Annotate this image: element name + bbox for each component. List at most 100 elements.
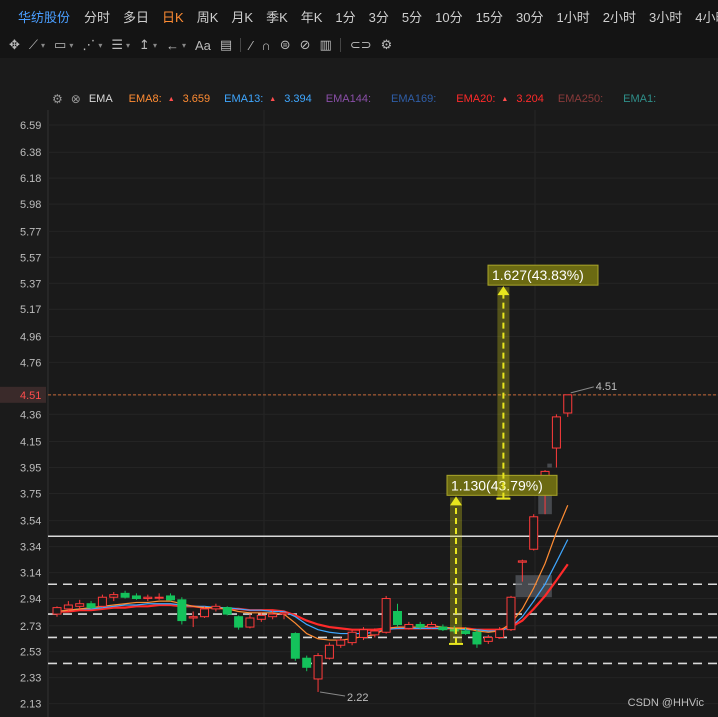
candle-up bbox=[495, 629, 505, 638]
wave-icon[interactable]: ⋰ ▾ bbox=[82, 35, 102, 55]
legend-item[interactable]: EMA1: bbox=[623, 93, 662, 105]
tab-6[interactable]: 年K bbox=[301, 7, 323, 26]
measure-label: 1.627(43.83%) bbox=[492, 267, 584, 283]
candle-down bbox=[393, 611, 402, 625]
candle-down bbox=[438, 626, 448, 631]
y-tick-label: 3.34 bbox=[20, 542, 41, 554]
pen-icon[interactable]: ∕ bbox=[250, 35, 252, 55]
candle-down bbox=[415, 623, 425, 628]
candle-down bbox=[302, 657, 312, 668]
stock-name[interactable]: 华纺股份 bbox=[18, 7, 70, 26]
y-tick-label: 3.54 bbox=[20, 516, 41, 528]
candle-up bbox=[324, 644, 334, 659]
y-tick-label: 5.98 bbox=[20, 199, 41, 211]
chevron-down-icon: ▾ bbox=[98, 40, 103, 50]
rectangle-icon-glyph: ▭ bbox=[54, 37, 67, 52]
candle-up bbox=[154, 596, 164, 599]
legend-item[interactable]: EMA169: bbox=[391, 93, 442, 105]
magnet-icon[interactable]: ∩ bbox=[261, 35, 270, 55]
tab-8[interactable]: 3分 bbox=[369, 7, 389, 26]
tab-16[interactable]: 4小时 bbox=[695, 7, 718, 26]
arrow-icon[interactable]: ← ▾ bbox=[166, 35, 186, 55]
move-cross-icon[interactable]: ✥ bbox=[9, 35, 20, 55]
toggle-icon[interactable]: ⊂⊃ bbox=[350, 35, 372, 55]
text-icon[interactable]: Aa bbox=[195, 35, 211, 55]
candle-up bbox=[63, 604, 73, 610]
trash-icon-glyph: ▥ bbox=[319, 37, 332, 52]
fibonacci-icon-glyph: ☰ bbox=[111, 37, 124, 52]
watermark: CSDN @HHVic bbox=[627, 697, 704, 709]
tab-1[interactable]: 多日 bbox=[123, 7, 149, 26]
tab-2[interactable]: 日K bbox=[162, 7, 184, 26]
settings-icon[interactable]: ⚙ bbox=[381, 35, 393, 55]
candle-down bbox=[222, 607, 232, 615]
legend-name: EMA144: bbox=[325, 93, 372, 105]
settings-icon[interactable]: ⚙ bbox=[52, 92, 63, 106]
tab-0[interactable]: 分时 bbox=[84, 7, 110, 26]
legend-item[interactable]: EMA20: ▲ 3.204 bbox=[456, 93, 544, 105]
y-tick-label: 4.96 bbox=[20, 331, 41, 343]
tab-13[interactable]: 1小时 bbox=[557, 7, 590, 26]
chevron-down-icon: ▾ bbox=[181, 40, 186, 50]
toolbar-separator bbox=[240, 38, 242, 52]
pen-icon-glyph: ∕ bbox=[250, 37, 253, 53]
legend-item[interactable]: EMA144: bbox=[326, 93, 377, 105]
candle-down bbox=[234, 616, 244, 628]
y-tick-label: 2.73 bbox=[20, 621, 41, 633]
note-icon[interactable]: ▤ bbox=[220, 35, 232, 55]
tab-10[interactable]: 10分 bbox=[435, 7, 462, 26]
y-tick-label: 2.13 bbox=[20, 699, 41, 711]
tab-14[interactable]: 2小时 bbox=[603, 7, 636, 26]
tab-15[interactable]: 3小时 bbox=[649, 7, 682, 26]
toggle-icon-glyph: ⊂⊃ bbox=[349, 37, 372, 52]
y-tick-label: 2.94 bbox=[20, 594, 41, 606]
y-tick-label: 5.37 bbox=[20, 278, 41, 290]
candle-up bbox=[506, 596, 516, 631]
candle-down bbox=[290, 633, 300, 659]
tab-11[interactable]: 15分 bbox=[476, 7, 503, 26]
measure-icon-glyph: ↥ bbox=[139, 37, 150, 52]
high-marker-label: 4.51 bbox=[596, 381, 617, 393]
indicator-legend: ⚙ ⊗ EMA EMA8: ▲ 3.659 EMA13: ▲ 3.394 EMA144: EM… bbox=[52, 90, 676, 108]
magnet-icon-glyph: ∩ bbox=[261, 37, 271, 53]
tab-3[interactable]: 周K bbox=[197, 7, 219, 26]
trash-icon[interactable]: ▥ bbox=[320, 35, 332, 55]
close-icon[interactable]: ⊗ bbox=[71, 92, 81, 106]
candle-up bbox=[381, 598, 391, 633]
legend-item[interactable]: EMA8: ▲ 3.659 bbox=[129, 93, 210, 105]
hide-icon[interactable]: ⊘ bbox=[300, 35, 311, 55]
tab-4[interactable]: 月K bbox=[231, 7, 253, 26]
candle-up bbox=[245, 617, 255, 628]
candle-up bbox=[143, 596, 153, 600]
measure-icon[interactable]: ↥ ▾ bbox=[139, 35, 157, 55]
tab-5[interactable]: 季K bbox=[266, 7, 288, 26]
y-tick-label: 4.76 bbox=[20, 357, 41, 369]
arrow-icon-glyph: ← bbox=[165, 37, 179, 53]
tab-9[interactable]: 5分 bbox=[402, 7, 422, 26]
legend-name: EMA13: bbox=[224, 93, 264, 105]
legend-value: 3.659 bbox=[182, 93, 211, 105]
candle-up bbox=[313, 655, 323, 680]
chevron-down-icon: ▾ bbox=[152, 40, 157, 50]
candle-down bbox=[86, 603, 96, 609]
trend-line-icon[interactable]: ⟋ ▾ bbox=[29, 35, 45, 55]
fibonacci-icon[interactable]: ☰ ▾ bbox=[111, 35, 130, 55]
candle-up bbox=[109, 594, 119, 598]
candle-up bbox=[347, 631, 357, 644]
legend-name: EMA20: bbox=[456, 93, 496, 105]
y-tick-label: 2.53 bbox=[20, 647, 41, 659]
tab-7[interactable]: 1分 bbox=[335, 7, 355, 26]
rectangle-icon[interactable]: ▭ ▾ bbox=[54, 35, 73, 55]
candle-up bbox=[52, 607, 62, 615]
candle-up bbox=[517, 560, 527, 563]
candle-down bbox=[131, 595, 141, 600]
candlestick-chart[interactable]: 6.59 6.38 6.18 5.98 5.77 5.57 5.37 5.17 4.96 4.76… bbox=[0, 110, 718, 717]
legend-item[interactable]: EMA13: ▲ 3.394 bbox=[224, 93, 312, 105]
y-tick-label: 6.38 bbox=[20, 147, 41, 159]
text-icon-glyph: Aa bbox=[194, 37, 211, 53]
candle-up bbox=[200, 608, 210, 618]
lock-icon[interactable]: ⊜ bbox=[280, 35, 291, 55]
tab-12[interactable]: 30分 bbox=[516, 7, 543, 26]
legend-item[interactable]: EMA250: bbox=[558, 93, 609, 105]
candle-up bbox=[370, 630, 380, 636]
